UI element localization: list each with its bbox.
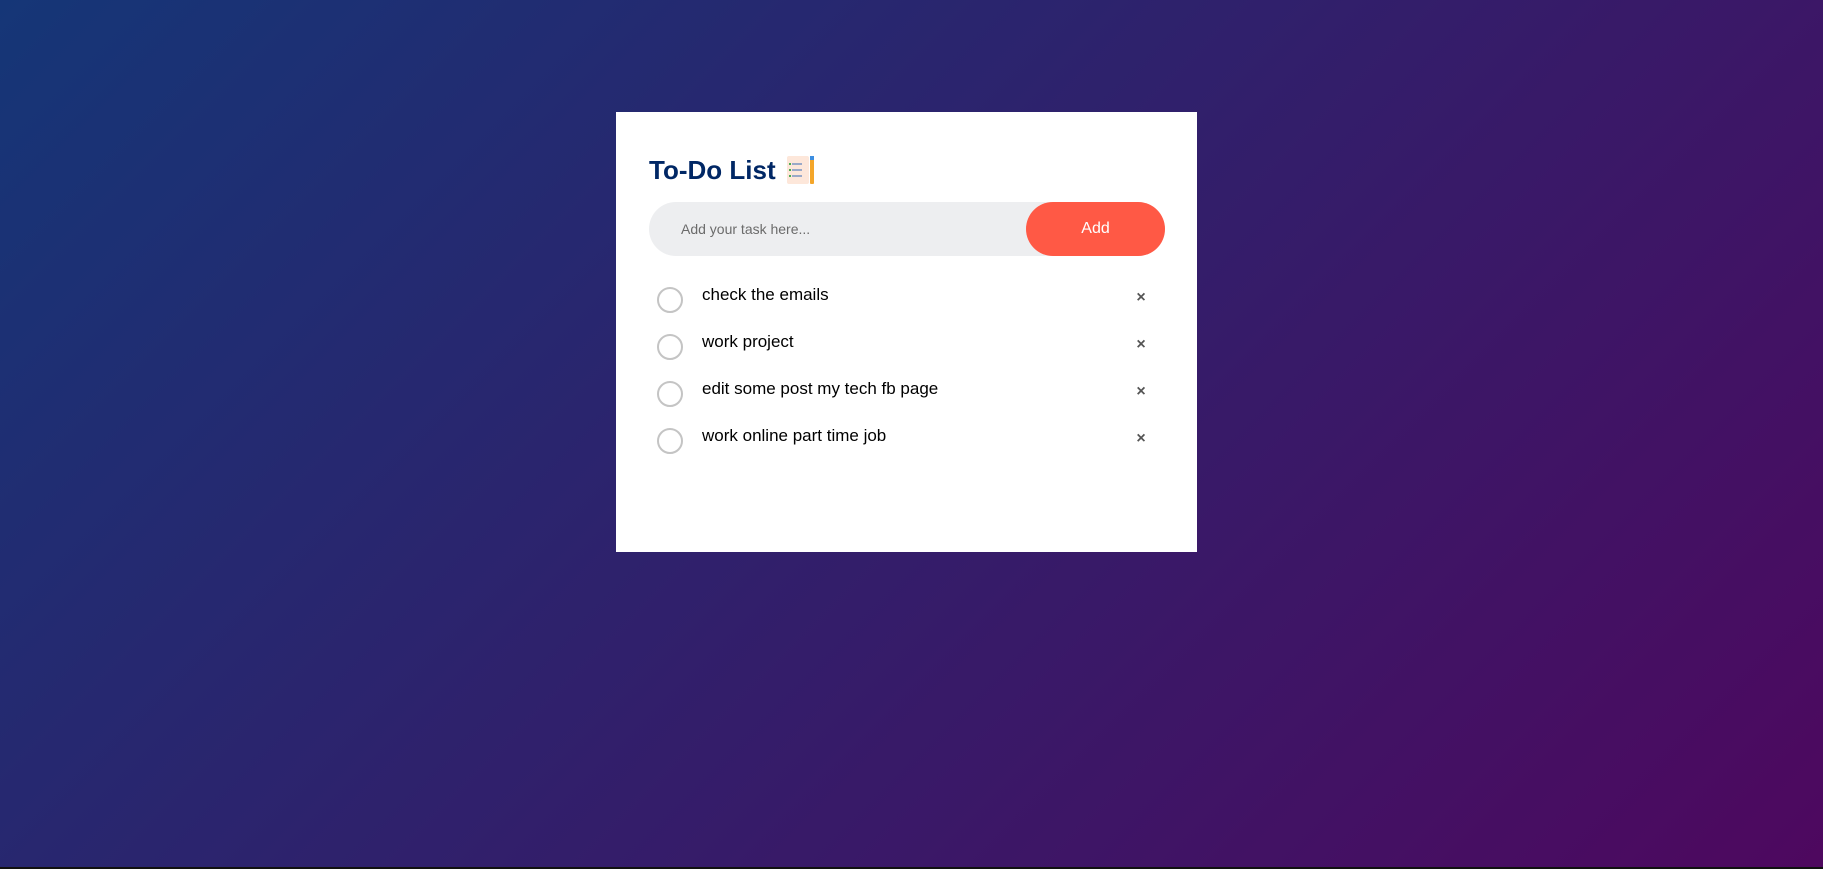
task-label[interactable]: edit some post my tech fb page <box>702 378 938 400</box>
task-item[interactable]: check the emails × <box>649 280 1165 327</box>
task-label[interactable]: check the emails <box>702 284 829 306</box>
close-icon[interactable]: × <box>1131 288 1151 308</box>
task-checkbox[interactable] <box>657 334 683 360</box>
task-item[interactable]: work project × <box>649 327 1165 374</box>
task-item[interactable]: edit some post my tech fb page × <box>649 374 1165 421</box>
task-label[interactable]: work project <box>702 331 794 353</box>
page-title: To-Do List <box>649 155 776 185</box>
task-input-row: Add <box>649 201 1165 257</box>
close-icon[interactable]: × <box>1131 335 1151 355</box>
task-item[interactable]: work online part time job × <box>649 421 1165 468</box>
task-checkbox[interactable] <box>657 381 683 407</box>
title-row: To-Do List <box>649 152 1165 188</box>
task-list: check the emails × work project × edit s… <box>649 280 1165 468</box>
add-button[interactable]: Add <box>1026 202 1165 256</box>
todo-card: To-Do List Add check the emails × work p… <box>616 112 1197 552</box>
close-icon[interactable]: × <box>1131 429 1151 449</box>
task-checkbox[interactable] <box>657 428 683 454</box>
task-label[interactable]: work online part time job <box>702 425 886 447</box>
close-icon[interactable]: × <box>1131 382 1151 402</box>
task-checkbox[interactable] <box>657 287 683 313</box>
notepad-checklist-icon <box>786 156 814 184</box>
